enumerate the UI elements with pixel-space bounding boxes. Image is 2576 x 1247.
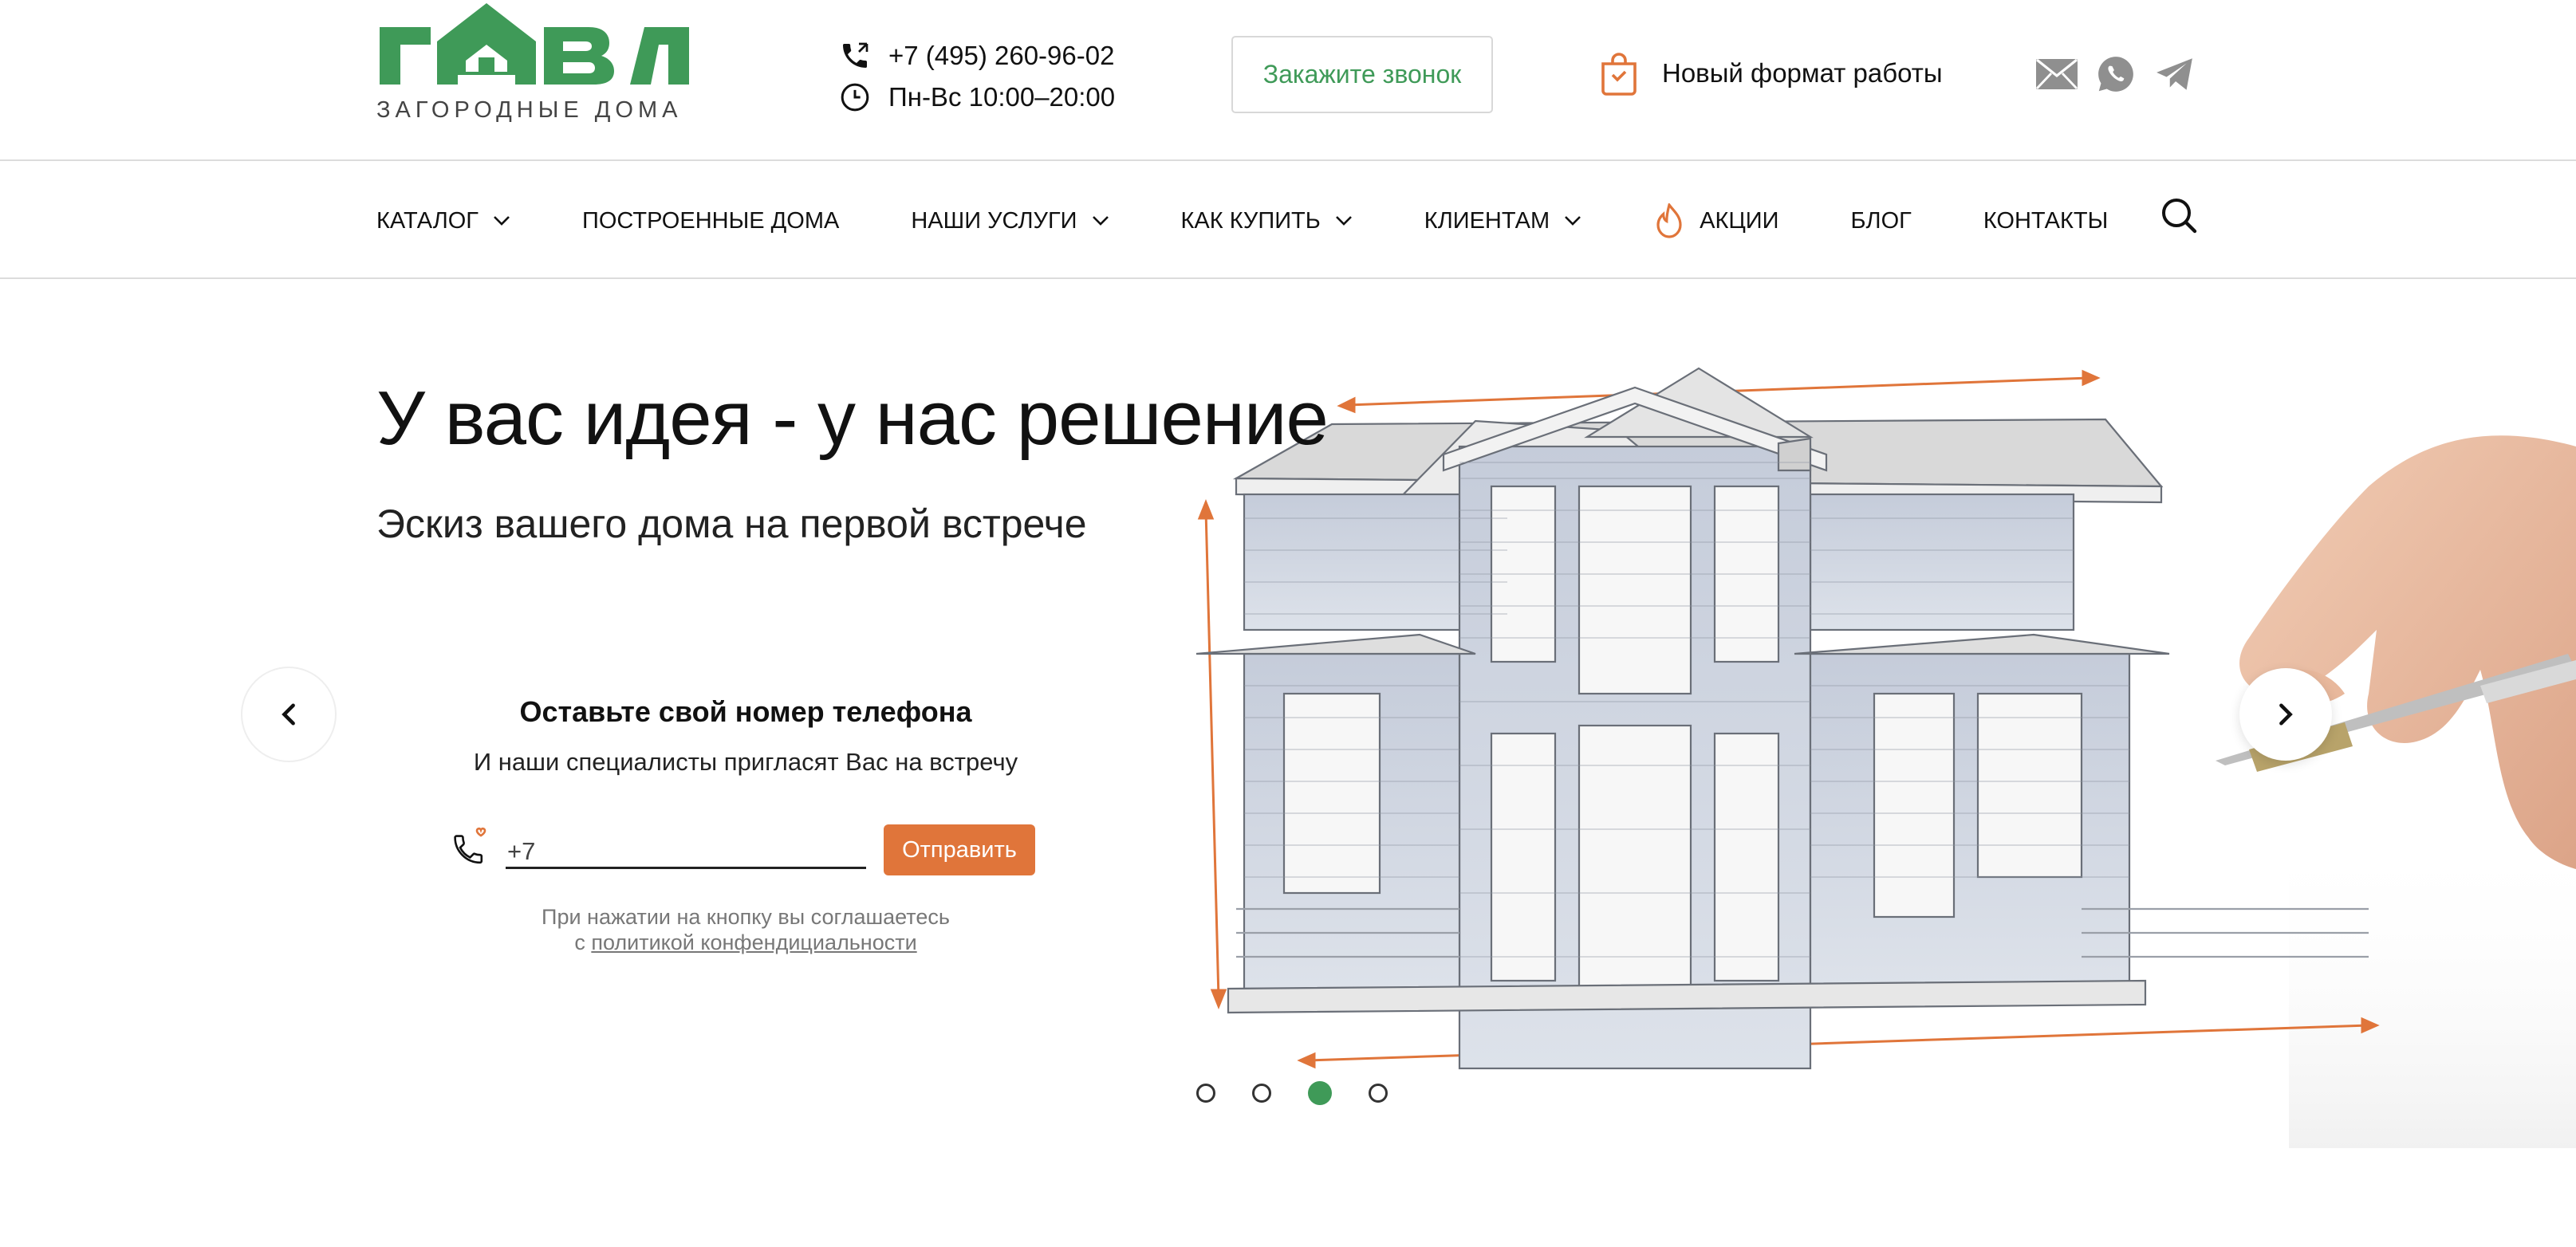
nav-item-label: БЛОГ — [1850, 207, 1912, 234]
slider-pagination — [1196, 1081, 1388, 1105]
search-icon[interactable] — [2160, 196, 2198, 234]
form-title: Оставьте свой номер телефона — [519, 695, 972, 728]
nav-item-contacts[interactable]: КОНТАКТЫ — [1983, 208, 2108, 234]
telegram-icon[interactable] — [2153, 53, 2196, 96]
shopping-bag-icon — [1598, 51, 1640, 96]
slider-dot[interactable] — [1369, 1084, 1388, 1103]
main-nav: КАТАЛОГ ПОСТРОЕННЫЕ ДОМА НАШИ УСЛУГИ КАК… — [0, 163, 2576, 279]
chevron-right-icon — [2279, 703, 2293, 726]
social-links — [2035, 53, 2196, 96]
nav-item-catalog[interactable]: КАТАЛОГ — [376, 208, 510, 234]
nav-menu: КАТАЛОГ ПОСТРОЕННЫЕ ДОМА НАШИ УСЛУГИ КАК… — [376, 163, 2180, 279]
hero-subtitle: Эскиз вашего дома на первой встрече — [376, 502, 1087, 546]
privacy-policy-link[interactable]: политикой конфендициальности — [591, 930, 916, 954]
slider-dot[interactable] — [1308, 1081, 1332, 1105]
form-subtitle: И наши специалисты пригласят Вас на встр… — [473, 748, 1018, 776]
nav-item-how-to-buy[interactable]: КАК КУПИТЬ — [1181, 208, 1353, 234]
nav-item-built-houses[interactable]: ПОСТРОЕННЫЕ ДОМА — [582, 208, 839, 234]
logo-tagline: ЗАГОРОДНЫЕ ДОМА — [376, 97, 682, 123]
working-hours: Пн-Вс 10:00–20:00 — [888, 82, 1116, 112]
new-format-link[interactable]: Новый формат работы — [1598, 51, 1943, 96]
hero-title: У вас идея - у нас решение — [376, 376, 1329, 461]
nav-item-label: КАК КУПИТЬ — [1180, 207, 1321, 234]
contacts-block: +7 (495) 260-96-02 Пн-Вс 10:00–20:00 — [837, 35, 1115, 118]
site-logo[interactable]: ЗАГОРОДНЫЕ ДОМА — [376, 0, 695, 128]
consent-text: При нажатии на кнопку вы соглашаетесь с … — [447, 904, 1045, 955]
consent-conjunction: с — [574, 930, 585, 954]
slider-dot[interactable] — [1196, 1084, 1215, 1103]
phone-number: +7 (495) 260-96-02 — [888, 41, 1115, 70]
phone-icon — [837, 38, 872, 73]
send-button[interactable]: Отправить — [884, 824, 1035, 875]
phone-input[interactable] — [506, 829, 866, 869]
slider-dot[interactable] — [1252, 1084, 1271, 1103]
callback-button[interactable]: Закажите звонок — [1231, 36, 1493, 113]
chevron-down-icon — [1092, 216, 1109, 226]
hero-house-sketch-image — [1195, 351, 2576, 1148]
mail-icon[interactable] — [2035, 53, 2078, 96]
chevron-down-icon — [1335, 216, 1352, 226]
nav-item-label: АКЦИИ — [1700, 207, 1779, 234]
nav-item-label: КАТАЛОГ — [376, 207, 479, 234]
header-top: ЗАГОРОДНЫЕ ДОМА +7 (495) 260-96-02 Пн-Вс… — [0, 0, 2576, 161]
new-format-label: Новый формат работы — [1662, 58, 1943, 88]
fire-icon — [1656, 203, 1682, 238]
slider-prev-button[interactable] — [242, 668, 335, 761]
hours-row: Пн-Вс 10:00–20:00 — [837, 77, 1115, 118]
nav-item-services[interactable]: НАШИ УСЛУГИ — [911, 208, 1109, 234]
chevron-down-icon — [1565, 216, 1581, 226]
nav-item-label: ПОСТРОЕННЫЕ ДОМА — [582, 207, 840, 234]
slider-next-button[interactable] — [2239, 668, 2332, 761]
nav-item-label: НАШИ УСЛУГИ — [911, 207, 1077, 234]
logo-icon: ЗАГОРОДНЫЕ ДОМА — [376, 3, 689, 123]
whatsapp-icon[interactable] — [2094, 53, 2137, 96]
phone-row[interactable]: +7 (495) 260-96-02 — [837, 35, 1115, 77]
phone-heart-icon — [451, 826, 490, 866]
chevron-down-icon — [494, 216, 510, 226]
nav-item-clients[interactable]: КЛИЕНТАМ — [1424, 208, 1581, 234]
nav-item-label: КЛИЕНТАМ — [1424, 207, 1550, 234]
nav-item-label: КОНТАКТЫ — [1983, 207, 2109, 234]
consent-prefix: При нажатии на кнопку вы соглашаетесь — [542, 905, 950, 929]
nav-item-promotions[interactable]: АКЦИИ — [1653, 203, 1779, 238]
chevron-left-icon — [282, 703, 295, 726]
nav-item-blog[interactable]: БЛОГ — [1851, 208, 1912, 234]
clock-icon — [837, 80, 872, 115]
